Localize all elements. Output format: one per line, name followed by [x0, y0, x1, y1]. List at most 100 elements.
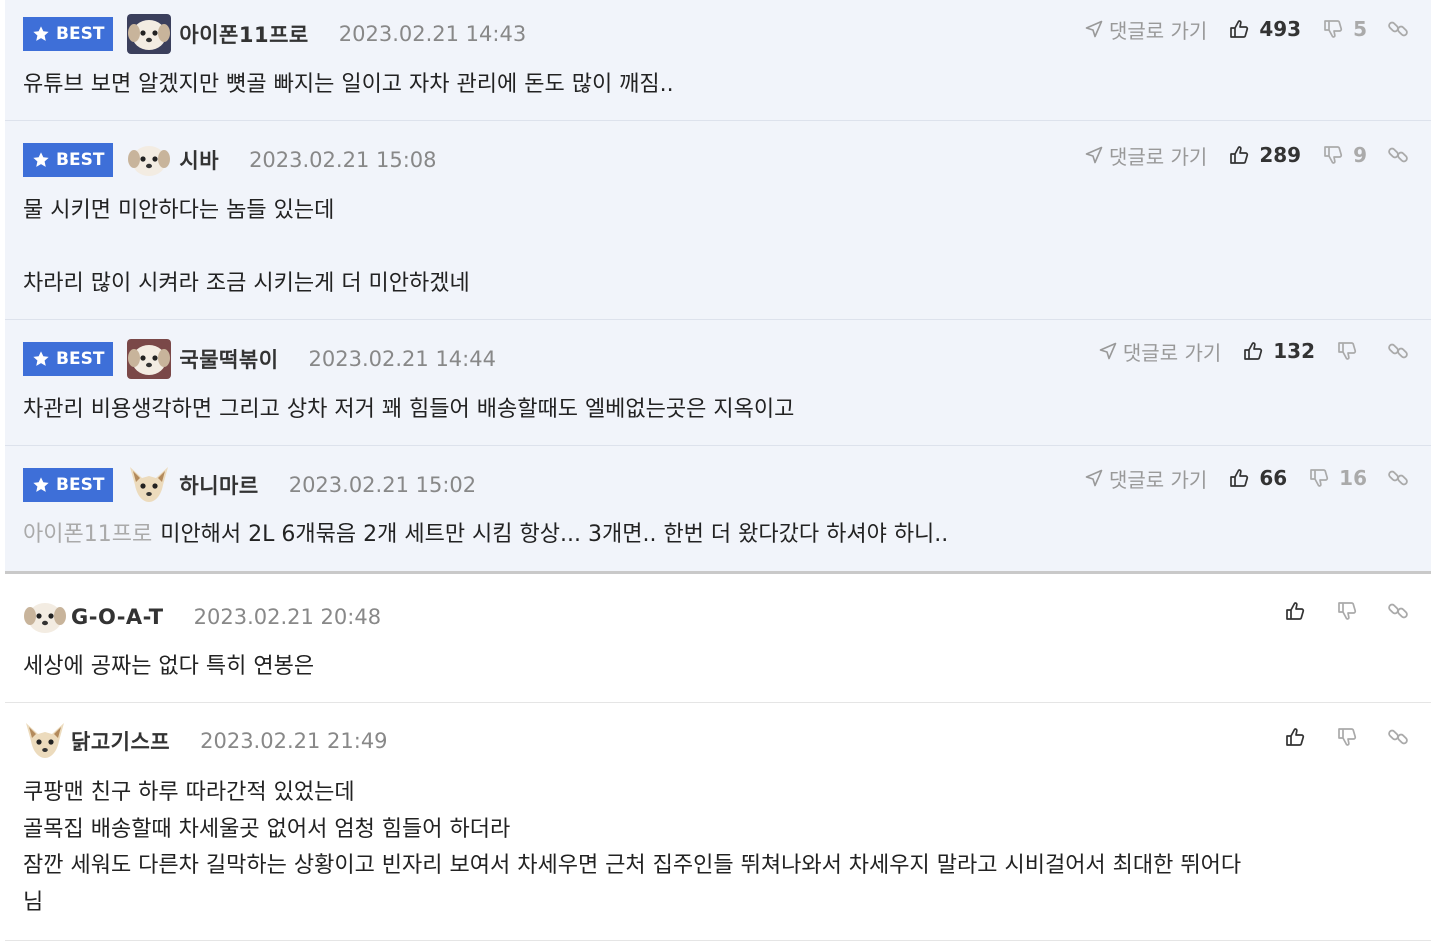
link-icon: [1387, 144, 1409, 166]
dog-avatar-icon: [127, 14, 172, 54]
downvote-button[interactable]: [1337, 727, 1367, 747]
downvote-button[interactable]: 16: [1309, 466, 1367, 490]
best-comment: BEST 시바 2023.02.21 15:08 댓글로 가기 289 9 물 …: [5, 121, 1431, 320]
nickname[interactable]: 시바: [179, 145, 219, 175]
avatar[interactable]: [127, 465, 171, 505]
permalink-button[interactable]: [1387, 340, 1409, 362]
thumbs-down-icon: [1337, 601, 1357, 621]
comment-line: 유튜브 보면 알겠지만 뼛골 빠지는 일이고 자차 관리에 돈도 많이 깨짐..: [23, 72, 674, 97]
comment-line: 아이폰11프로 미안해서 2L 6개묶음 2개 세트만 시킴 항상... 3개면.…: [23, 517, 948, 554]
avatar[interactable]: [127, 339, 172, 379]
star-icon: [32, 476, 50, 494]
downvote-count: 16: [1339, 466, 1367, 490]
upvote-button[interactable]: 493: [1229, 17, 1301, 41]
thumbs-up-icon: [1285, 601, 1305, 621]
link-icon: [1387, 467, 1409, 489]
goto-label: 댓글로 가기: [1108, 144, 1208, 169]
nickname[interactable]: G-O-A-T: [71, 605, 164, 629]
avatar[interactable]: [23, 721, 67, 761]
downvote-button[interactable]: 5: [1323, 17, 1367, 41]
comment-text: 미안해서 2L 6개묶음 2개 세트만 시킴 항상... 3개면.. 한번 더 …: [160, 522, 949, 547]
comment-line: 세상에 공짜는 없다 특히 연봉은: [23, 654, 315, 679]
upvote-button[interactable]: 132: [1243, 339, 1315, 363]
comment-body: 세상에 공짜는 없다 특히 연봉은: [23, 649, 314, 686]
downvote-button[interactable]: [1337, 601, 1367, 621]
comment-line: 물 시키면 미안하다는 놈들 있는데: [23, 198, 335, 223]
thumbs-up-icon: [1285, 727, 1305, 747]
comment-date: 2023.02.21 14:43: [338, 22, 527, 46]
comment-body: 쿠팡맨 친구 하루 따라간적 있었는데 골목집 배송할때 차세울곳 없어서 엄청…: [23, 775, 1241, 921]
upvote-count: 289: [1259, 143, 1302, 167]
goto-label: 댓글로 가기: [1108, 18, 1208, 43]
avatar[interactable]: [127, 14, 172, 54]
upvote-button[interactable]: 66: [1229, 466, 1287, 490]
goto-label: 댓글로 가기: [1108, 467, 1208, 492]
best-badge-label: BEST: [56, 24, 105, 44]
comment-line: 골목집 배송할때 차세울곳 없어서 엄청 힘들어 하더라: [23, 816, 511, 842]
nickname[interactable]: 국물떡볶이: [179, 344, 278, 374]
upvote-count: 132: [1273, 339, 1315, 363]
goto-comment-link[interactable]: 댓글로 가기: [1085, 464, 1207, 493]
thumbs-down-icon: [1309, 468, 1329, 488]
thumbs-down-icon: [1323, 19, 1343, 39]
downvote-count: 5: [1353, 17, 1367, 41]
star-icon: [32, 25, 50, 43]
nickname[interactable]: 닭고기스프: [71, 726, 170, 756]
upvote-button[interactable]: [1285, 601, 1315, 621]
upvote-count: 66: [1259, 466, 1288, 490]
dog-avatar-icon: [127, 140, 171, 180]
comment-date: 2023.02.21 15:08: [249, 148, 437, 172]
star-icon: [32, 151, 50, 169]
comment-line: 잠깐 세워도 다른차 길막하는 상황이고 빈자리 보여서 차세우면 근처 집주인…: [23, 853, 1242, 878]
downvote-button[interactable]: [1337, 341, 1367, 361]
goto-comment-link[interactable]: 댓글로 가기: [1085, 141, 1207, 170]
best-badge-label: BEST: [56, 150, 105, 170]
comment-date: 2023.02.21 21:49: [200, 729, 388, 753]
avatar[interactable]: [127, 140, 171, 180]
avatar[interactable]: [23, 597, 67, 637]
goto-label: 댓글로 가기: [1122, 340, 1222, 365]
chihuahua-avatar-icon: [23, 721, 67, 761]
thumbs-up-icon: [1229, 468, 1249, 488]
comment-date: 2023.02.21 14:44: [308, 347, 496, 371]
link-icon: [1387, 600, 1409, 622]
reply-mention[interactable]: 아이폰11프로: [23, 522, 152, 547]
comment-list: BEST 아이폰11프로 2023.02.21 14:43 댓글로 가기 493…: [0, 0, 1435, 941]
permalink-button[interactable]: [1387, 144, 1409, 166]
comment-line: [23, 230, 470, 267]
dog-avatar-icon: [127, 339, 172, 379]
send-arrow-icon: [1085, 469, 1103, 487]
send-arrow-icon: [1085, 20, 1103, 38]
send-arrow-icon: [1085, 146, 1103, 164]
nickname[interactable]: 아이폰11프로: [179, 19, 308, 49]
best-comment: BEST 국물떡볶이 2023.02.21 14:44 댓글로 가기 132 차…: [5, 320, 1431, 446]
send-arrow-icon: [1099, 342, 1117, 360]
thumbs-up-icon: [1229, 19, 1249, 39]
comment: 닭고기스프 2023.02.21 21:49 쿠팡맨 친구 하루 따라간적 있었…: [5, 703, 1431, 941]
dog-avatar-icon: [23, 597, 67, 637]
goto-comment-link[interactable]: 댓글로 가기: [1099, 337, 1221, 366]
permalink-button[interactable]: [1387, 600, 1409, 622]
comment-body: 물 시키면 미안하다는 놈들 있는데 차라리 많이 시켜라 조금 시키는게 더 …: [23, 193, 470, 303]
link-icon: [1387, 18, 1409, 40]
upvote-button[interactable]: [1285, 727, 1315, 747]
comment-date: 2023.02.21 15:02: [288, 473, 477, 497]
thumbs-up-icon: [1229, 145, 1249, 165]
comment-body: 유튜브 보면 알겠지만 뼛골 빠지는 일이고 자차 관리에 돈도 많이 깨짐..: [23, 67, 674, 104]
permalink-button[interactable]: [1387, 467, 1409, 489]
permalink-button[interactable]: [1387, 18, 1409, 40]
nickname[interactable]: 하니마르: [179, 470, 258, 500]
best-badge: BEST: [23, 342, 114, 376]
upvote-button[interactable]: 289: [1229, 143, 1301, 167]
thumbs-down-icon: [1323, 145, 1343, 165]
comment-body: 차관리 비용생각하면 그리고 상차 저거 꽤 힘들어 배송할때도 엘베없는곳은 …: [23, 392, 794, 429]
best-badge: BEST: [23, 468, 114, 502]
best-badge: BEST: [23, 17, 114, 51]
comment-date: 2023.02.21 20:48: [193, 605, 382, 629]
permalink-button[interactable]: [1387, 726, 1409, 748]
goto-comment-link[interactable]: 댓글로 가기: [1085, 15, 1207, 44]
downvote-button[interactable]: 9: [1323, 143, 1367, 167]
comment-body: 아이폰11프로 미안해서 2L 6개묶음 2개 세트만 시킴 항상... 3개면.…: [23, 517, 948, 554]
thumbs-up-icon: [1243, 341, 1263, 361]
comment: G-O-A-T 2023.02.21 20:48 세상에 공짜는 없다 특히 연…: [5, 574, 1431, 703]
